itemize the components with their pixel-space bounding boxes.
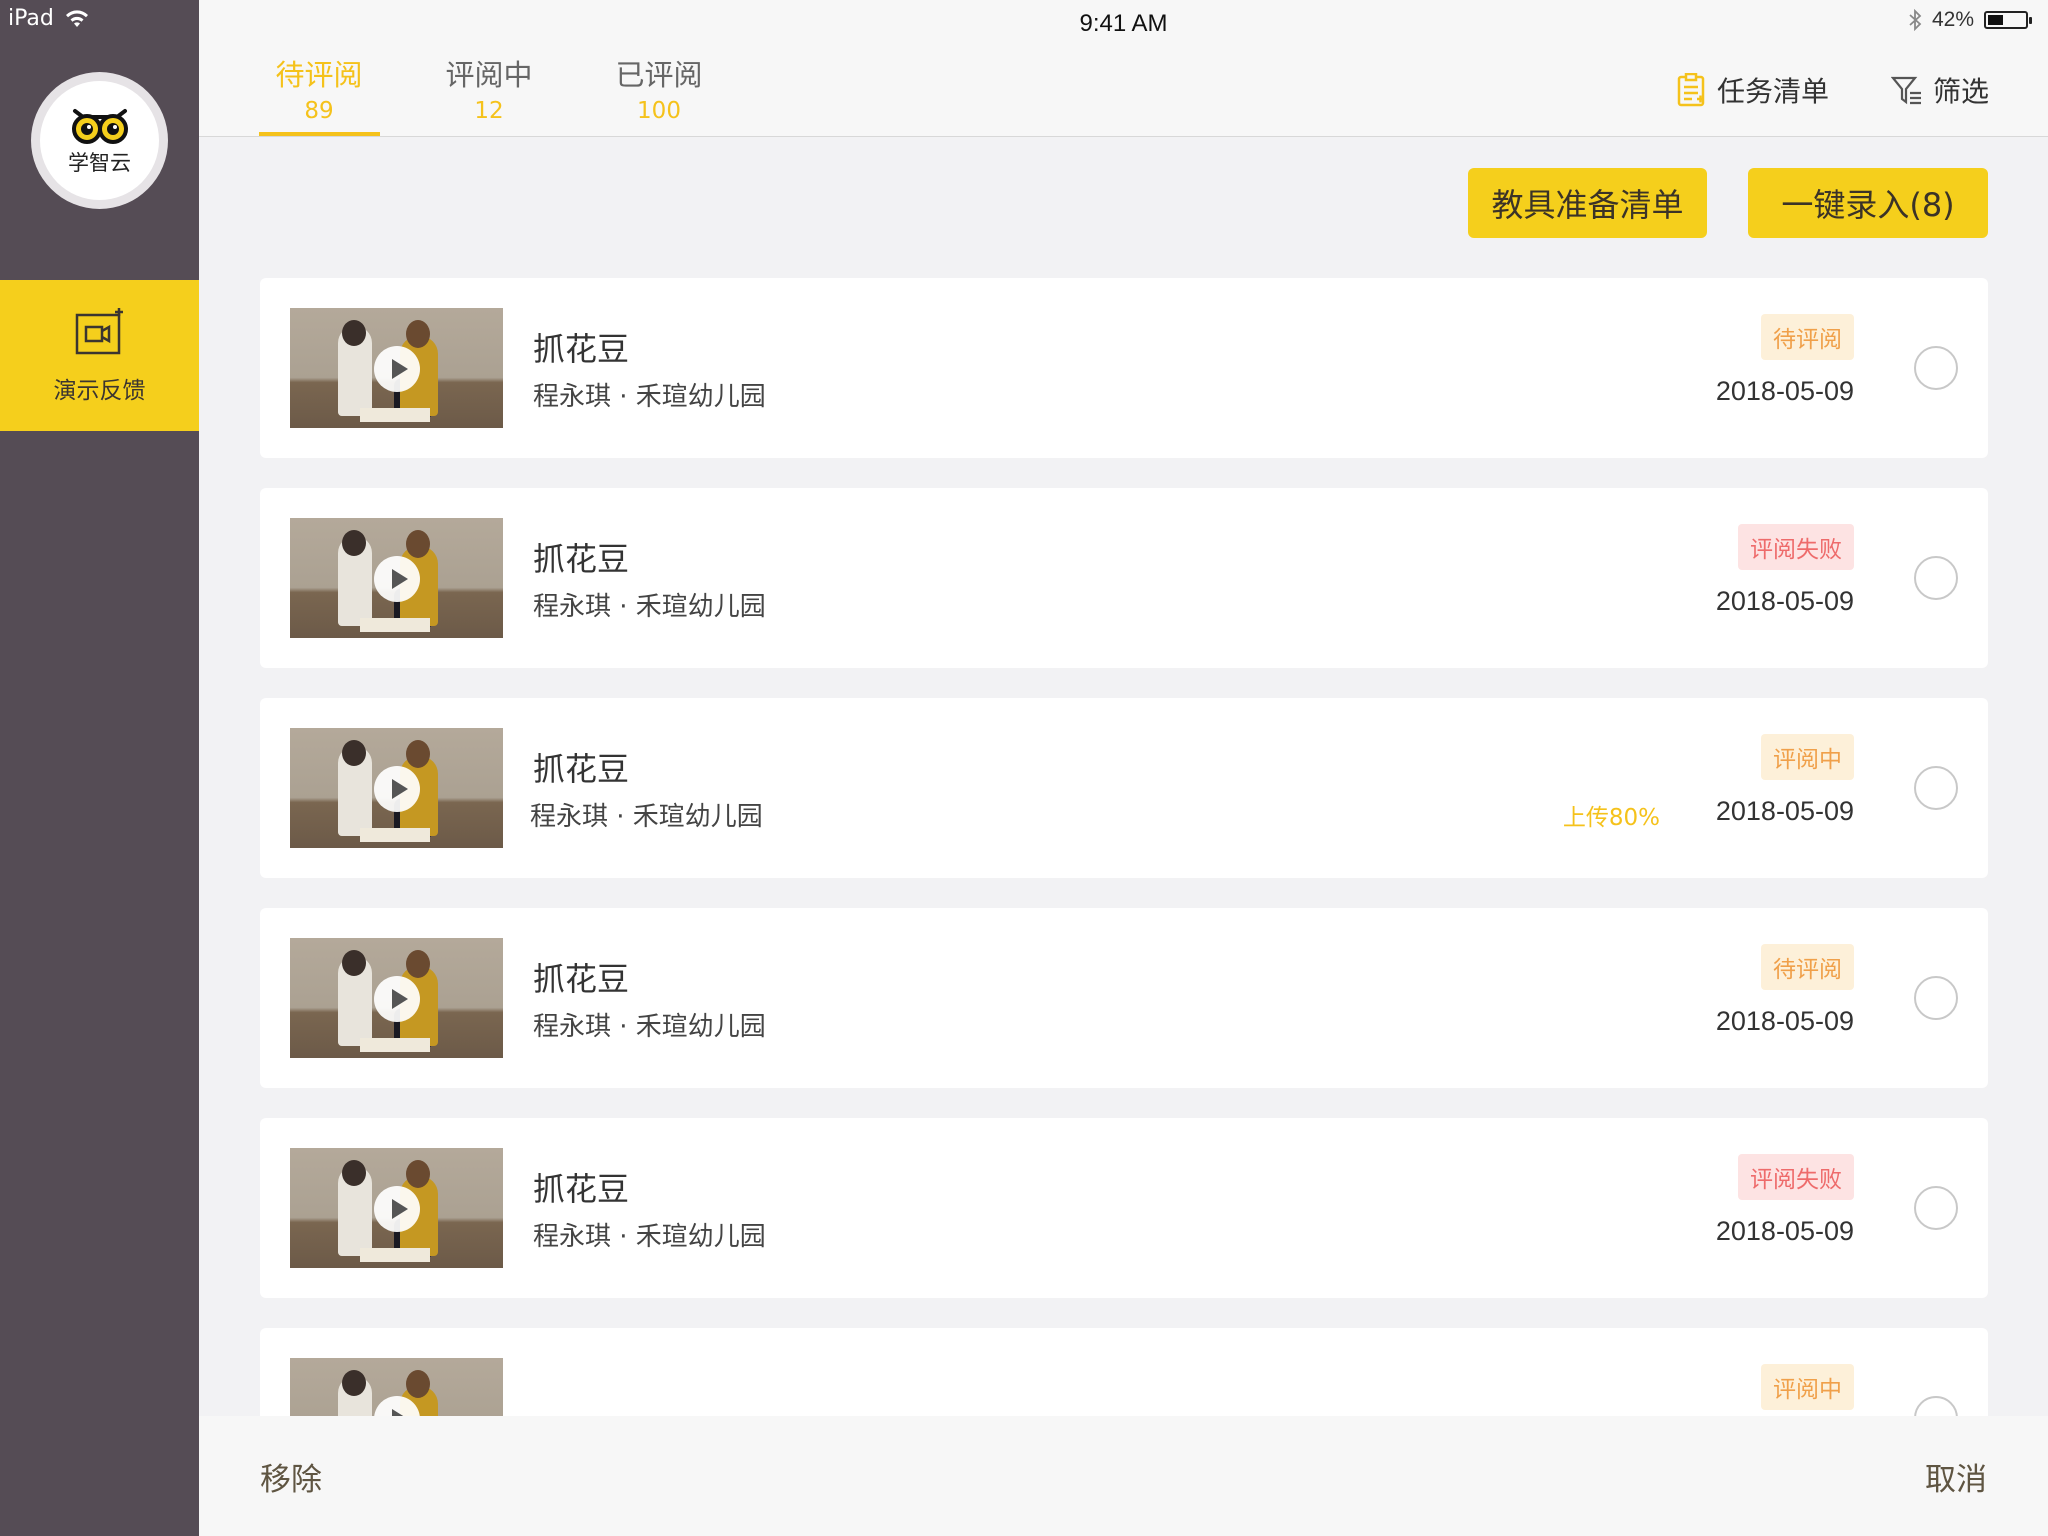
- list-item[interactable]: 抓花豆 程永琪 · 禾瑄幼儿园 待评阅 2018-05-09: [260, 908, 1988, 1088]
- filter-button[interactable]: 筛选: [1891, 70, 1989, 110]
- checklist-icon: [1677, 73, 1705, 107]
- bluetooth-icon: [1909, 9, 1922, 31]
- bottom-action-bar: 移除 取消: [199, 1416, 2048, 1536]
- item-title: 抓花豆: [533, 330, 630, 368]
- remove-button[interactable]: 移除: [260, 1454, 322, 1499]
- item-subtitle: 程永琪 · 禾瑄幼儿园: [533, 382, 766, 412]
- task-list-label: 任务清单: [1717, 75, 1830, 108]
- status-badge: 评阅失败: [1738, 524, 1854, 570]
- select-radio[interactable]: [1914, 556, 1958, 600]
- status-right: 42%: [1908, 8, 2032, 32]
- item-date: 2018-05-09: [1715, 376, 1854, 406]
- sidebar-item-label: 演示反馈: [53, 377, 146, 404]
- item-title: 抓花豆: [533, 750, 630, 788]
- app-logo: 学智云: [31, 72, 168, 209]
- tab-count: 89: [304, 98, 334, 124]
- battery-icon: [1984, 11, 2032, 29]
- video-icon: [75, 307, 123, 354]
- item-subtitle: 程永琪 · 禾瑄幼儿园: [533, 592, 766, 622]
- play-icon[interactable]: [374, 1186, 420, 1232]
- logo-badge: 学智云: [40, 81, 159, 200]
- tab-label: 评阅中: [445, 58, 533, 92]
- sidebar-item-demo-feedback[interactable]: 演示反馈: [0, 280, 199, 431]
- battery-percent: 42%: [1931, 8, 1974, 31]
- item-title: 抓花豆: [533, 960, 630, 998]
- device-label: iPad: [8, 6, 54, 31]
- select-radio[interactable]: [1914, 976, 1958, 1020]
- upload-progress: 上传80%: [1562, 805, 1660, 831]
- logo-text: 学智云: [68, 150, 131, 175]
- video-thumbnail[interactable]: [290, 728, 503, 848]
- tab-label: 待评阅: [275, 58, 363, 92]
- select-radio[interactable]: [1914, 1186, 1958, 1230]
- battery-level: [1988, 15, 2004, 25]
- list-item[interactable]: 抓花豆 程永琪 · 禾瑄幼儿园 评阅失败 2018-05-09: [260, 488, 1988, 668]
- status-badge: 待评阅: [1761, 944, 1854, 990]
- play-icon[interactable]: [374, 556, 420, 602]
- tab-label: 已评阅: [615, 58, 703, 92]
- filter-label: 筛选: [1933, 75, 1990, 108]
- status-badge: 评阅中: [1761, 734, 1854, 780]
- top-bar: 9:41 AM 42% 待评阅 89 评阅中 12 已评阅 100 任务清单 筛…: [199, 0, 2048, 137]
- list-item[interactable]: 抓花豆 程永琪 · 禾瑄幼儿园 评阅失败 2018-05-09: [260, 1118, 1988, 1298]
- item-subtitle: 程永琪 · 禾瑄幼儿园: [533, 1222, 766, 1252]
- video-thumbnail[interactable]: [290, 1148, 503, 1268]
- status-badge: 评阅中: [1761, 1364, 1854, 1410]
- item-subtitle: 程永琪 · 禾瑄幼儿园: [533, 1012, 766, 1042]
- item-date: 2018-05-09: [1715, 1006, 1854, 1036]
- status-badge: 评阅失败: [1738, 1154, 1854, 1200]
- item-date: 2018-05-09: [1715, 1216, 1854, 1246]
- owl-icon: [71, 108, 128, 144]
- tab-reviewing[interactable]: 评阅中 12: [424, 52, 554, 124]
- item-title: 抓花豆: [533, 540, 630, 578]
- video-thumbnail[interactable]: [290, 938, 503, 1058]
- play-icon[interactable]: [374, 766, 420, 812]
- play-icon[interactable]: [374, 976, 420, 1022]
- video-thumbnail[interactable]: [290, 518, 503, 638]
- sidebar: iPad 学智云 演示反馈: [0, 0, 199, 1536]
- select-radio[interactable]: [1914, 766, 1958, 810]
- prep-list-button[interactable]: 教具准备清单: [1468, 168, 1707, 238]
- tab-count: 12: [474, 98, 504, 124]
- tab-reviewed[interactable]: 已评阅 100: [594, 52, 724, 124]
- list-item[interactable]: 抓花豆 程永琪 · 禾瑄幼儿园 待评阅 2018-05-09: [260, 278, 1988, 458]
- wifi-icon: [65, 9, 88, 27]
- cancel-button[interactable]: 取消: [1925, 1454, 1987, 1499]
- item-date: 2018-05-09: [1715, 586, 1854, 616]
- select-radio[interactable]: [1914, 346, 1958, 390]
- item-subtitle: 程永琪 · 禾瑄幼儿园: [530, 802, 763, 832]
- active-tab-indicator: [259, 132, 380, 136]
- play-icon[interactable]: [374, 346, 420, 392]
- tab-pending-review[interactable]: 待评阅 89: [254, 52, 384, 124]
- status-time: 9:41 AM: [1079, 10, 1168, 37]
- video-thumbnail[interactable]: [290, 308, 503, 428]
- status-badge: 待评阅: [1761, 314, 1854, 360]
- filter-icon: [1891, 76, 1921, 105]
- one-click-entry-button[interactable]: 一键录入(8): [1748, 168, 1988, 238]
- item-title: 抓花豆: [533, 1170, 630, 1208]
- task-list-button[interactable]: 任务清单: [1677, 70, 1829, 110]
- item-date: 2018-05-09: [1715, 796, 1854, 826]
- status-left: iPad: [8, 6, 90, 31]
- tab-count: 100: [637, 98, 681, 124]
- list-item[interactable]: 抓花豆 程永琪 · 禾瑄幼儿园 评阅中 上传80% 2018-05-09: [260, 698, 1988, 878]
